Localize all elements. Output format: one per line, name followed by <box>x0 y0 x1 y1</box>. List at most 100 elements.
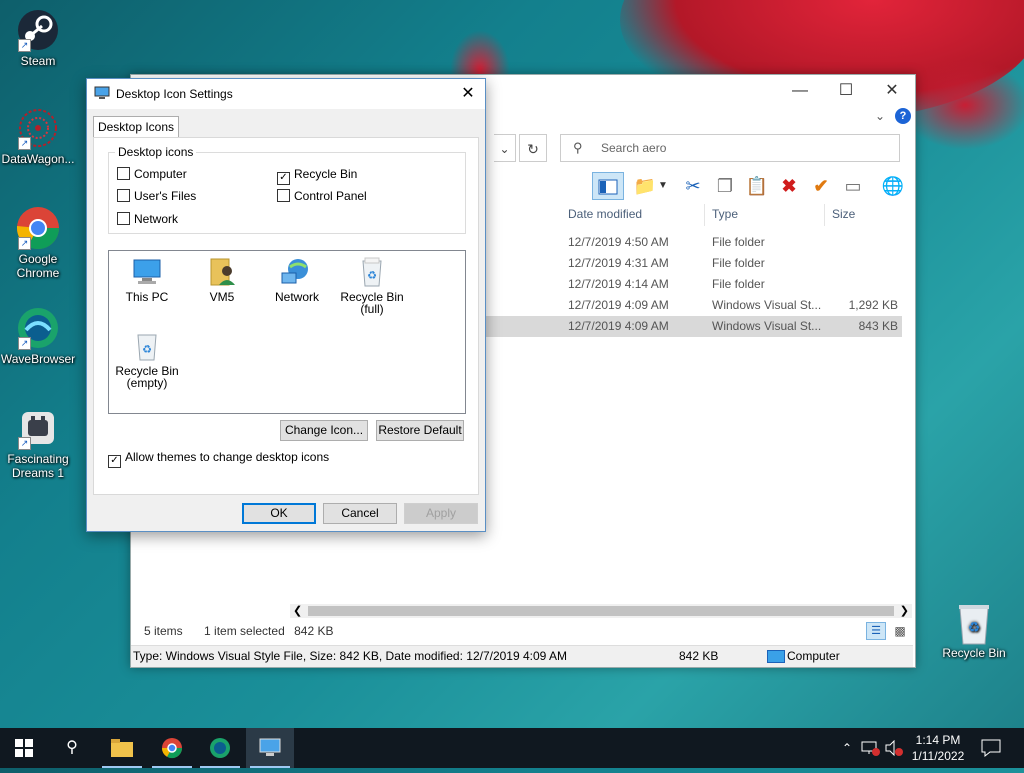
large-icons-view-icon[interactable]: ▩ <box>890 622 910 640</box>
row-size: 1,292 KB <box>848 298 898 312</box>
row-date: 12/7/2019 4:09 AM <box>568 298 669 312</box>
new-folder-icon[interactable]: 📁 <box>632 172 658 200</box>
copy-icon[interactable]: ❐ <box>712 172 738 200</box>
status-bar-info: Type: Windows Visual Style File, Size: 8… <box>133 649 568 663</box>
volume-muted-icon[interactable] <box>884 739 904 757</box>
properties-globe-icon[interactable]: 🌐 <box>880 172 906 200</box>
desktop-icon-chrome[interactable]: ↗ Google Chrome <box>0 206 76 280</box>
desktop-icon-fascinating-dreams[interactable]: ↗ Fascinating Dreams 1 <box>0 406 76 480</box>
horizontal-scrollbar[interactable]: ❮ ❯ <box>290 604 912 618</box>
checkbox-users-files[interactable]: User's Files <box>117 189 196 203</box>
restore-default-button[interactable]: Restore Default <box>376 420 464 441</box>
datawagon-icon: ↗ <box>16 106 60 150</box>
status-selected: 1 item selected <box>204 624 285 638</box>
paste-icon[interactable]: 📋 <box>744 172 770 200</box>
icon-sublabel: (full) <box>360 302 384 316</box>
column-header-date[interactable]: Date modified <box>568 204 642 226</box>
dropdown-arrow-icon[interactable]: ▼ <box>656 172 670 200</box>
checkmark-icon[interactable]: ✔ <box>808 172 834 200</box>
table-row[interactable]: 12/7/2019 4:31 AM File folder <box>486 253 902 274</box>
ok-button[interactable]: OK <box>242 503 316 524</box>
recycle-bin-empty-icon: ♻ <box>130 331 164 361</box>
close-button[interactable]: ✕ <box>869 79 915 103</box>
maximize-button[interactable]: ☐ <box>823 79 869 103</box>
checkbox-label: Network <box>134 212 179 226</box>
checkbox-box[interactable] <box>117 212 130 225</box>
checkbox-recycle-bin[interactable]: ✓ Recycle Bin <box>277 167 357 185</box>
show-hidden-icons-icon[interactable]: ⌃ <box>838 728 856 768</box>
network-status-icon[interactable] <box>860 740 880 756</box>
minimize-button[interactable]: — <box>777 79 823 103</box>
checkbox-box[interactable] <box>117 167 130 180</box>
desktop-icon-steam[interactable]: ↗ Steam <box>0 8 76 68</box>
table-row[interactable]: 12/7/2019 4:14 AM File folder <box>486 274 902 295</box>
table-row[interactable]: 12/7/2019 4:09 AM Windows Visual St... 1… <box>486 295 902 316</box>
table-row[interactable]: 12/7/2019 4:50 AM File folder <box>486 232 902 253</box>
address-dropdown-icon[interactable]: ⌄ <box>494 134 516 162</box>
computer-icon <box>767 650 785 663</box>
display-settings-taskbar-icon[interactable] <box>246 728 294 768</box>
cut-icon[interactable]: ✂ <box>680 172 706 200</box>
preview-pane-icon[interactable] <box>592 172 624 200</box>
scroll-left-icon[interactable]: ❮ <box>293 604 302 618</box>
search-input[interactable]: ⚲ Search aero <box>560 134 900 162</box>
tab-desktop-icons[interactable]: Desktop Icons <box>93 116 179 139</box>
dialog-title-bar[interactable]: Desktop Icon Settings ✕ <box>87 79 485 109</box>
table-row-selected[interactable]: 12/7/2019 4:09 AM Windows Visual St... 8… <box>486 316 902 337</box>
recycle-bin-icon: ♻ <box>952 600 996 645</box>
dialog-close-icon[interactable]: ✕ <box>457 83 479 105</box>
game-icon: ↗ <box>16 406 60 450</box>
start-button[interactable] <box>0 728 48 768</box>
rename-icon[interactable]: ▭ <box>840 172 866 200</box>
desktop-icon-recycle-bin[interactable]: ♻ Recycle Bin <box>936 600 1012 660</box>
recycle-bin-full-icon: ♻ <box>355 257 389 287</box>
checkbox-box[interactable] <box>277 189 290 202</box>
taskbar-clock[interactable]: 1:14 PM 1/11/2022 <box>905 732 971 764</box>
chrome-taskbar-icon[interactable] <box>148 728 196 768</box>
change-icon-button[interactable]: Change Icon... <box>280 420 368 441</box>
checkbox-control-panel[interactable]: Control Panel <box>277 189 367 203</box>
checkbox-box-checked[interactable]: ✓ <box>277 172 290 185</box>
status-selected-size: 842 KB <box>294 624 334 638</box>
checkbox-box[interactable] <box>117 189 130 202</box>
status-bar-size: 842 KB <box>679 649 719 663</box>
scroll-right-icon[interactable]: ❯ <box>900 604 909 618</box>
desktop-icon-label: Steam <box>20 54 56 68</box>
wallpaper-petal <box>900 60 1024 150</box>
desktop-icon-wavebrowser[interactable]: ↗ WaveBrowser <box>0 306 76 366</box>
row-type: File folder <box>712 256 765 270</box>
notifications-icon[interactable] <box>980 738 1002 758</box>
desktop-icon-label: Google Chrome <box>16 252 60 280</box>
search-taskbar-icon[interactable]: ⚲ <box>48 728 96 768</box>
delete-icon[interactable]: ✖ <box>776 172 802 200</box>
cancel-button[interactable]: Cancel <box>323 503 397 524</box>
tab-panel: Desktop icons Computer ✓ Recycle Bin User… <box>93 137 479 495</box>
icon-this-pc[interactable]: This PC <box>111 257 183 303</box>
search-placeholder: Search aero <box>601 141 667 155</box>
help-icon[interactable]: ? <box>895 108 911 124</box>
collapse-ribbon-icon[interactable]: ⌄ <box>875 109 885 123</box>
wavebrowser-taskbar-icon[interactable] <box>196 728 244 768</box>
row-date: 12/7/2019 4:31 AM <box>568 256 669 270</box>
checkbox-allow-themes[interactable]: ✓ Allow themes to change desktop icons <box>108 450 329 468</box>
refresh-button[interactable]: ↻ <box>519 134 547 162</box>
desktop-icon-settings-dialog: Desktop Icon Settings ✕ Desktop Icons De… <box>86 78 486 532</box>
details-view-icon[interactable]: ☰ <box>866 622 886 640</box>
file-explorer-taskbar-icon[interactable] <box>98 728 146 768</box>
checkbox-computer[interactable]: Computer <box>117 167 187 181</box>
icon-network[interactable]: Network <box>261 257 333 303</box>
wavebrowser-icon: ↗ <box>16 306 60 350</box>
icon-list: This PC VM5 Network ♻ Recycle Bin (full) <box>108 250 466 414</box>
checkbox-network[interactable]: Network <box>117 212 178 226</box>
svg-text:♻: ♻ <box>968 619 981 635</box>
icon-recycle-bin-empty[interactable]: ♻ Recycle Bin (empty) <box>111 331 183 389</box>
icon-user-files[interactable]: VM5 <box>186 257 258 303</box>
icon-recycle-bin-full[interactable]: ♻ Recycle Bin (full) <box>336 257 408 315</box>
desktop-icon-datawagon[interactable]: ↗ DataWagon... <box>0 106 76 166</box>
column-header-size[interactable]: Size <box>832 204 855 226</box>
column-header-type[interactable]: Type <box>712 204 738 226</box>
scrollbar-thumb[interactable] <box>308 606 894 616</box>
clock-date: 1/11/2022 <box>911 749 965 763</box>
checkbox-box-checked[interactable]: ✓ <box>108 455 121 468</box>
steam-icon: ↗ <box>16 8 60 52</box>
